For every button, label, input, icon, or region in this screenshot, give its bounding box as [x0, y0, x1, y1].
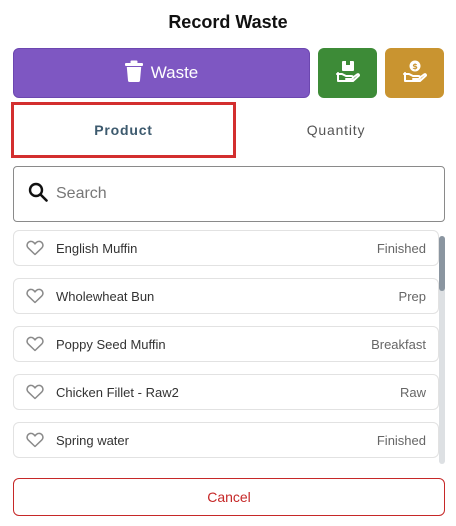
waste-button-label: Waste: [150, 63, 199, 82]
sale-button[interactable]: $: [385, 48, 444, 98]
hand-box-icon: [335, 60, 360, 87]
tab-quantity[interactable]: Quantity: [236, 102, 436, 158]
list-item[interactable]: English Muffin Finished: [13, 230, 439, 266]
search-icon: [28, 182, 48, 207]
heart-icon[interactable]: [26, 335, 46, 353]
waste-button[interactable]: Waste: [13, 48, 310, 98]
heart-icon[interactable]: [26, 287, 46, 305]
tab-product[interactable]: Product: [11, 102, 236, 158]
trash-icon: [124, 60, 143, 87]
svg-text:$: $: [412, 62, 418, 71]
hand-coin-icon: $: [402, 60, 427, 87]
product-name: Poppy Seed Muffin: [56, 336, 166, 352]
product-name: English Muffin: [56, 240, 138, 256]
list-item[interactable]: Chicken Fillet - Raw2 Raw: [13, 374, 439, 410]
product-category: Finished: [376, 240, 426, 256]
list-item[interactable]: Poppy Seed Muffin Breakfast: [13, 326, 439, 362]
product-category: Breakfast: [371, 336, 426, 352]
product-category: Prep: [398, 288, 426, 304]
search-input[interactable]: [56, 185, 416, 203]
heart-icon[interactable]: [26, 431, 46, 449]
product-category: Raw: [399, 384, 426, 400]
scrollbar[interactable]: [439, 236, 445, 464]
product-category: Finished: [376, 432, 426, 448]
product-name: Spring water: [56, 432, 129, 448]
product-name: Wholewheat Bun: [56, 288, 155, 304]
product-name: Chicken Fillet - Raw2: [56, 384, 179, 400]
search-box: [13, 166, 445, 222]
transfer-button[interactable]: [318, 48, 377, 98]
list-item[interactable]: Wholewheat Bun Prep: [13, 278, 439, 314]
scrollbar-thumb[interactable]: [439, 236, 445, 291]
cancel-button[interactable]: Cancel: [13, 478, 445, 516]
heart-icon[interactable]: [26, 383, 46, 401]
product-list: English Muffin Finished Wholewheat Bun P…: [13, 230, 439, 462]
heart-icon[interactable]: [26, 239, 46, 257]
list-item[interactable]: Spring water Finished: [13, 422, 439, 458]
page-title: Record Waste: [168, 12, 288, 32]
